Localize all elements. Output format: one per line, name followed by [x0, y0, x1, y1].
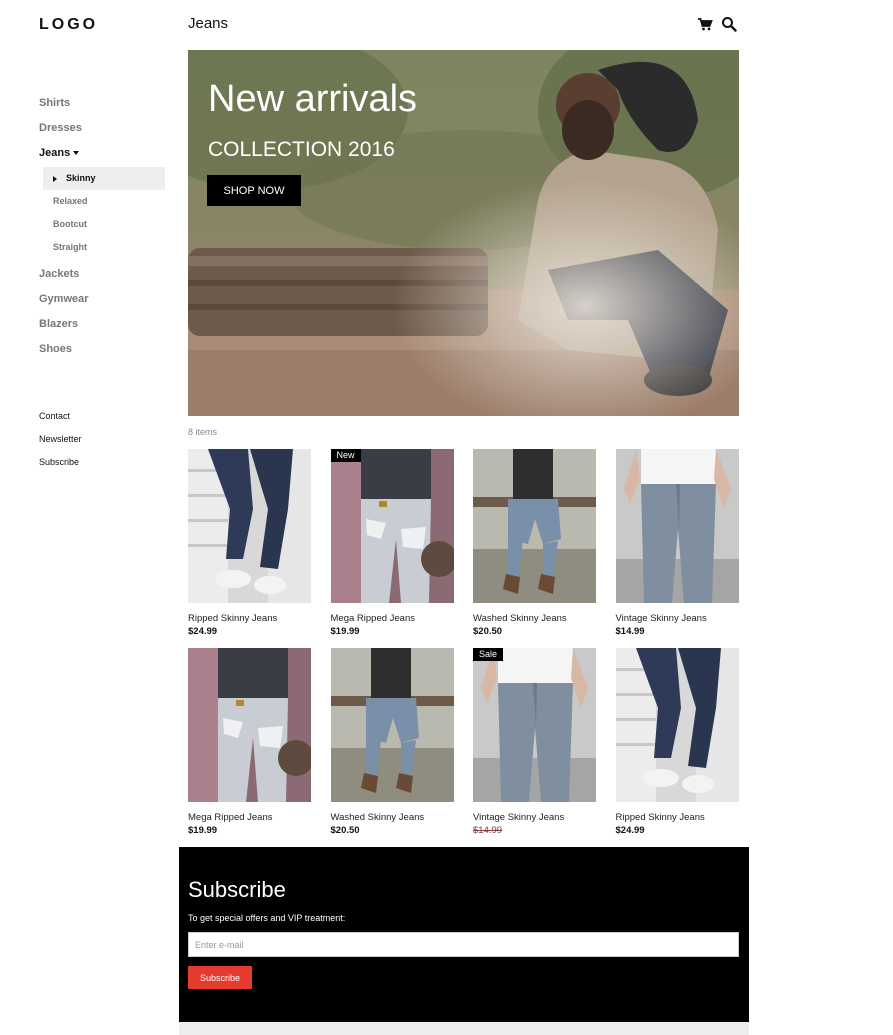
subscribe-text: To get special offers and VIP treatment: [188, 913, 346, 923]
subscribe-section: Subscribe To get special offers and VIP … [179, 847, 749, 1035]
subcategory-straight[interactable]: Straight [43, 236, 165, 259]
product-name[interactable]: Vintage Skinny Jeans [616, 613, 739, 624]
product-name[interactable]: Mega Ripped Jeans [331, 613, 454, 624]
hero-banner[interactable]: New arrivals COLLECTION 2016 SHOP NOW [188, 50, 739, 416]
subscribe-title: Subscribe [188, 877, 286, 902]
product-card[interactable]: Washed Skinny Jeans $20.50 [330, 648, 454, 847]
header-icons [697, 16, 737, 32]
sidebar-item-label: Jeans [39, 147, 71, 159]
product-image[interactable] [615, 648, 739, 802]
caret-down-icon [73, 151, 80, 156]
subcategory-bootcut[interactable]: Bootcut [43, 213, 165, 236]
product-name[interactable]: Ripped Skinny Jeans [188, 613, 311, 624]
product-card[interactable]: Ripped Skinny Jeans $24.99 [188, 449, 311, 648]
cart-icon[interactable] [697, 16, 713, 32]
link-contact[interactable]: Contact [39, 409, 165, 432]
footer-bar [179, 1022, 749, 1035]
subcategory-skinny[interactable]: Skinny [43, 167, 165, 190]
product-card[interactable]: Mega Ripped Jeans $19.99 [188, 648, 311, 847]
hero-subtitle: COLLECTION 2016 [208, 138, 395, 161]
product-card[interactable]: Sale Vintage Skinny Jeans $14.99 [473, 648, 596, 847]
sidebar-item-gymwear[interactable]: Gymwear [39, 292, 165, 317]
product-name[interactable]: Washed Skinny Jeans [331, 812, 454, 823]
product-card[interactable]: Ripped Skinny Jeans $24.99 [615, 648, 739, 847]
shop-now-button[interactable]: SHOP NOW [207, 175, 301, 206]
link-subscribe[interactable]: Subscribe [39, 455, 165, 478]
subscribe-button[interactable]: Subscribe [188, 966, 252, 989]
sidebar-item-shirts[interactable]: Shirts [39, 96, 165, 121]
sidebar-nav: Shirts Dresses Jeans Skinny Relaxed Boot… [39, 96, 165, 478]
sidebar-item-shoes[interactable]: Shoes [39, 342, 165, 367]
product-card[interactable]: New Mega Ripped Jeans $19.99 [330, 449, 454, 648]
product-name[interactable]: Mega Ripped Jeans [188, 812, 311, 823]
product-image[interactable] [473, 449, 596, 603]
product-name[interactable]: Washed Skinny Jeans [473, 613, 596, 624]
badge-sale: Sale [473, 648, 504, 661]
product-price: $14.99 [473, 825, 503, 836]
product-name[interactable]: Vintage Skinny Jeans [473, 812, 596, 823]
sidebar-item-jackets[interactable]: Jackets [39, 267, 165, 292]
product-image[interactable]: New [330, 449, 454, 603]
subcategory-list: Skinny Relaxed Bootcut Straight [43, 167, 165, 259]
product-image[interactable] [615, 449, 739, 603]
product-image[interactable] [330, 648, 454, 802]
product-price: $19.99 [330, 626, 360, 637]
logo[interactable]: LOGO [39, 16, 98, 34]
item-count: 8 items [188, 427, 218, 437]
subcategory-label: Skinny [66, 173, 96, 183]
product-price: $20.50 [330, 825, 360, 836]
badge-new: New [330, 449, 361, 462]
subcategory-relaxed[interactable]: Relaxed [43, 190, 165, 213]
product-card[interactable]: Vintage Skinny Jeans $14.99 [615, 449, 739, 648]
search-icon[interactable] [721, 16, 737, 32]
hero-title: New arrivals [208, 78, 418, 120]
sidebar-item-blazers[interactable]: Blazers [39, 317, 165, 342]
product-price: $19.99 [188, 825, 218, 836]
link-newsletter[interactable]: Newsletter [39, 432, 165, 455]
product-name[interactable]: Ripped Skinny Jeans [616, 812, 739, 823]
product-grid: Ripped Skinny Jeans $24.99 New Mega Ripp… [188, 449, 739, 847]
product-price: $20.50 [473, 626, 503, 637]
product-price: $24.99 [615, 825, 645, 836]
product-card[interactable]: Washed Skinny Jeans $20.50 [473, 449, 596, 648]
product-image[interactable] [188, 648, 311, 802]
product-price: $24.99 [188, 626, 218, 637]
product-image[interactable] [188, 449, 311, 603]
sidebar-item-dresses[interactable]: Dresses [39, 121, 165, 146]
product-price: $14.99 [615, 626, 645, 637]
caret-right-icon [53, 175, 57, 182]
email-field[interactable] [188, 932, 739, 957]
page-title: Jeans [188, 15, 229, 32]
product-image[interactable]: Sale [473, 648, 596, 802]
